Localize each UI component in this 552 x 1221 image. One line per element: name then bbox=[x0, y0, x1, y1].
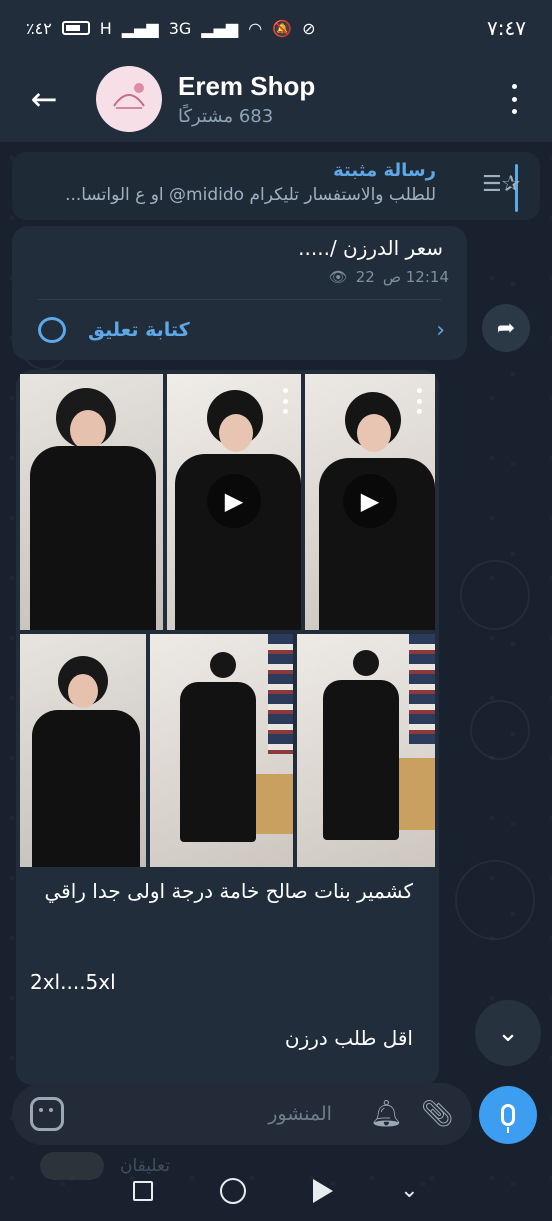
channel-title-block[interactable]: Erem Shop 683 مشتركًا bbox=[178, 71, 315, 127]
comment-label: كتابة تعليق bbox=[88, 319, 190, 341]
photo-thumbnail[interactable] bbox=[20, 374, 163, 630]
chat-header: ← Erem Shop 683 مشتركًا bbox=[0, 56, 552, 142]
photo-thumbnail[interactable] bbox=[150, 634, 293, 867]
write-comment-button[interactable]: كتابة تعليق › bbox=[38, 312, 445, 348]
subscriber-count: 683 مشتركًا bbox=[178, 106, 274, 127]
video-thumbnail[interactable]: ▶ bbox=[305, 374, 435, 630]
signal-bars-icon: ▂▄▆ bbox=[201, 18, 239, 38]
battery-percent: ٪٤٢ bbox=[26, 18, 52, 38]
min-order-text: اقل طلب درزن bbox=[284, 1026, 413, 1050]
home-button[interactable] bbox=[220, 1177, 247, 1204]
bell-icon[interactable]: 🔔︎ bbox=[370, 1099, 403, 1129]
system-nav-bar: ⌄ bbox=[0, 1160, 552, 1221]
status-time: ٧:٤٧ bbox=[487, 16, 526, 40]
message-bubble[interactable]: سعر الدرزن /..... 12:14 ص 22 👁 كتابة تعل… bbox=[12, 226, 467, 360]
signal-h-label: H bbox=[99, 18, 112, 38]
pinned-list-icon[interactable]: ✰☰ bbox=[482, 172, 520, 197]
pinned-text: للطلب والاستفسار تليكرام midido@ او ع ال… bbox=[65, 185, 436, 205]
video-thumbnail[interactable]: ▶ bbox=[167, 374, 301, 630]
message-text: سعر الدرزن /..... bbox=[298, 236, 443, 260]
status-bar: ٪٤٢ H ▂▄▆ 3G ▂▄▆ ◠ 🔕 ⊘ ٧:٤٧ bbox=[0, 0, 552, 56]
more-menu-icon[interactable] bbox=[502, 84, 526, 114]
back-nav-button[interactable] bbox=[313, 1178, 334, 1203]
share-icon[interactable]: ➦ bbox=[482, 304, 530, 352]
message-meta: 12:14 ص 22 👁 bbox=[329, 268, 449, 286]
dnd-icon: ⊘ bbox=[302, 18, 316, 38]
pinned-message[interactable]: رسالة مثبتة للطلب والاستفسار تليكرام mid… bbox=[12, 152, 540, 220]
media-album: ▶ ▶ bbox=[20, 374, 435, 867]
divider bbox=[38, 299, 441, 300]
play-icon[interactable]: ▶ bbox=[343, 474, 397, 528]
microphone-icon bbox=[501, 1104, 515, 1133]
view-count: 22 bbox=[355, 268, 375, 286]
media-message-bubble[interactable]: ▶ ▶ كشمير بنات صالح خامة درجة اولى جدا ر… bbox=[16, 370, 439, 1085]
sizes-text: 2xl....5xl bbox=[30, 970, 116, 994]
message-composer: المنشور 🔔︎ 📎︎ bbox=[12, 1083, 472, 1145]
message-time: 12:14 ص bbox=[382, 268, 449, 286]
comment-bubble-icon bbox=[38, 317, 66, 343]
message-caption: كشمير بنات صالح خامة درجة اولى جدا راقي bbox=[44, 879, 414, 903]
logo-icon bbox=[113, 83, 145, 109]
message-input[interactable]: المنشور bbox=[82, 1103, 352, 1125]
photo-thumbnail[interactable] bbox=[297, 634, 435, 867]
recents-button[interactable] bbox=[133, 1180, 154, 1201]
photo-thumbnail[interactable] bbox=[20, 634, 146, 867]
channel-avatar[interactable] bbox=[96, 66, 162, 132]
back-arrow-icon[interactable]: ← bbox=[22, 77, 66, 121]
play-icon[interactable]: ▶ bbox=[207, 474, 261, 528]
attach-icon[interactable]: 📎︎ bbox=[421, 1099, 454, 1129]
eye-icon: 👁 bbox=[328, 268, 348, 286]
scroll-down-button[interactable]: ⌄ bbox=[475, 1000, 541, 1066]
sticker-icon[interactable] bbox=[30, 1097, 64, 1131]
mute-icon: 🔕 bbox=[272, 18, 293, 38]
status-icons: ٪٤٢ H ▂▄▆ 3G ▂▄▆ ◠ 🔕 ⊘ bbox=[26, 19, 316, 38]
wallpaper-doodle bbox=[460, 560, 530, 630]
media-more-icon[interactable] bbox=[283, 388, 289, 414]
pinned-title: رسالة مثبتة bbox=[333, 160, 436, 181]
media-more-icon[interactable] bbox=[417, 388, 423, 414]
chevron-right-icon: › bbox=[436, 317, 445, 343]
wallpaper-doodle bbox=[470, 700, 530, 760]
signal-bars-icon: ▂▄▆ bbox=[121, 18, 159, 38]
channel-name: Erem Shop bbox=[178, 71, 316, 101]
wifi-icon: ◠ bbox=[248, 18, 263, 38]
signal-3g-label: 3G bbox=[168, 18, 192, 38]
battery-icon bbox=[61, 21, 90, 35]
microphone-button[interactable] bbox=[479, 1086, 537, 1144]
wallpaper-doodle bbox=[455, 860, 535, 940]
keyboard-hide-icon[interactable]: ⌄ bbox=[400, 1178, 418, 1203]
